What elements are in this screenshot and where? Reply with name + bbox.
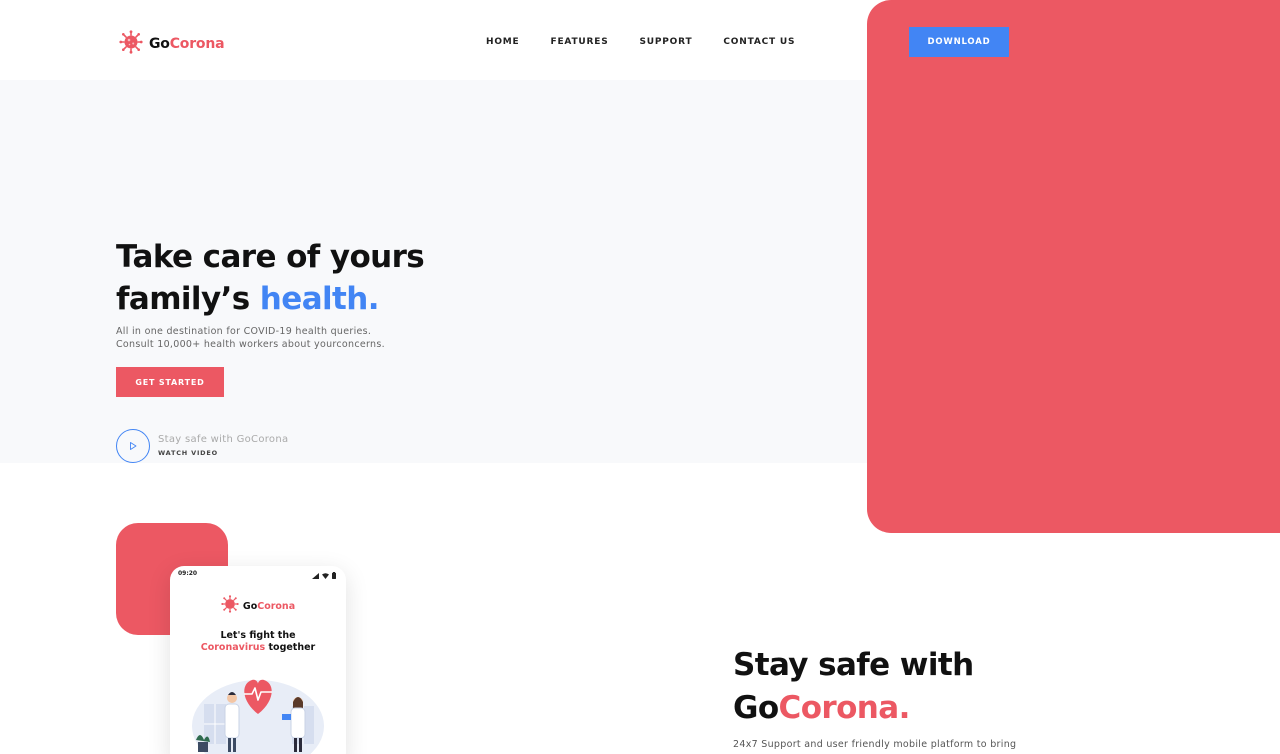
nav-home[interactable]: HOME: [486, 37, 520, 47]
phone-headline: Let's fight the Coronavirus together: [170, 630, 346, 654]
doctors-illustration: [182, 670, 334, 754]
phone-mockup: 09:20 GoCorona Let's fight the Coronavir…: [170, 566, 346, 754]
phone-logo: GoCorona: [170, 595, 346, 617]
virus-icon: [221, 595, 239, 617]
nav-features[interactable]: FEATURES: [551, 37, 609, 47]
landing-page: GoCorona HOME FEATURES SUPPORT CONTACT U…: [0, 0, 1280, 754]
hero-title-highlight: health.: [259, 281, 380, 317]
phone-headline-line1: Let's fight the: [220, 630, 296, 641]
phone-status-bar: 09:20: [170, 566, 346, 579]
hero-subtitle-line2: Consult 10,000+ health workers about you…: [116, 339, 385, 350]
section-title-go: Go: [733, 690, 779, 726]
download-button[interactable]: DOWNLOAD: [909, 27, 1009, 57]
logo[interactable]: GoCorona: [119, 30, 225, 58]
hero-title-line1: Take care of yours: [116, 239, 425, 275]
wifi-icon: [322, 566, 329, 583]
get-started-button[interactable]: GET STARTED: [116, 367, 224, 397]
nav-contact-us[interactable]: CONTACT US: [723, 37, 795, 47]
phone-headline-highlight: Coronavirus: [200, 642, 266, 653]
signal-icon: [312, 566, 319, 583]
logo-text-go: Go: [149, 36, 170, 52]
main-nav: HOME FEATURES SUPPORT CONTACT US: [486, 37, 795, 47]
red-decorative-panel: [867, 0, 1280, 533]
phone-headline-rest: together: [265, 642, 316, 653]
battery-icon: [332, 566, 336, 583]
phone-status-icons: [312, 566, 336, 583]
watch-video-link[interactable]: WATCH VIDEO: [158, 449, 218, 457]
section-body: 24x7 Support and user friendly mobile pl…: [733, 739, 1017, 750]
section-title: Stay safe with GoCorona.: [733, 644, 1133, 730]
video-title: Stay safe with GoCorona: [158, 434, 289, 445]
phone-logo-text: GoCorona: [243, 601, 295, 612]
phone-logo-text-go: Go: [242, 600, 258, 612]
hero-title: Take care of yours family’s health.: [116, 236, 536, 320]
phone-time: 09:20: [178, 569, 198, 577]
hero-subtitle-line1: All in one destination for COVID-19 heal…: [116, 326, 372, 337]
hero-subtitle: All in one destination for COVID-19 heal…: [116, 325, 446, 351]
nav-support[interactable]: SUPPORT: [639, 37, 692, 47]
hero-title-line2-prefix: family’s: [116, 281, 260, 317]
logo-text-corona: Corona: [169, 36, 225, 52]
logo-text: GoCorona: [149, 36, 225, 52]
section-title-corona: Corona.: [778, 690, 911, 726]
section-title-line1: Stay safe with: [733, 647, 974, 683]
phone-logo-text-corona: Corona: [257, 600, 296, 612]
virus-icon: [119, 30, 143, 58]
play-video-button[interactable]: [116, 429, 150, 463]
play-icon: [128, 439, 138, 454]
